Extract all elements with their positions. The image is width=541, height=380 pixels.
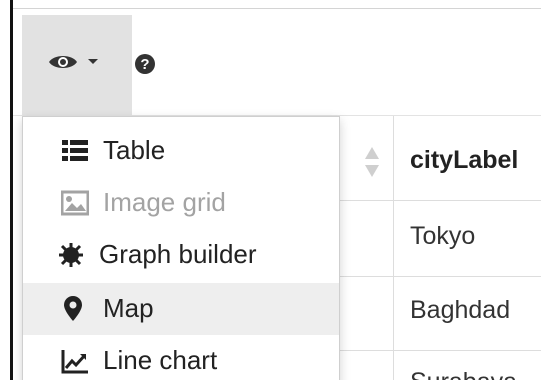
- row-divider: [339, 350, 541, 351]
- caret-down-icon: [88, 59, 98, 64]
- menu-item-label: Map: [103, 293, 154, 323]
- question-circle-icon[interactable]: ?: [134, 53, 156, 75]
- menu-item-graph-builder[interactable]: Graph builder: [23, 229, 339, 281]
- row-divider: [339, 276, 541, 277]
- sort-icon[interactable]: [364, 145, 380, 179]
- top-divider: [10, 8, 541, 9]
- table-cell: Surabaya: [410, 368, 517, 380]
- menu-item-table[interactable]: Table: [23, 125, 339, 177]
- graph-builder-icon: [59, 243, 83, 267]
- eye-icon: [49, 56, 77, 68]
- view-mode-menu: Table Image grid Graph builder Map Line …: [22, 116, 340, 380]
- map-marker-icon: [64, 296, 82, 321]
- menu-item-image-grid[interactable]: Image grid: [23, 177, 339, 229]
- menu-item-line-chart[interactable]: Line chart: [23, 335, 339, 380]
- line-chart-icon: [61, 350, 88, 374]
- svg-text:?: ?: [140, 56, 149, 73]
- image-icon: [61, 190, 89, 216]
- table-cell: Baghdad: [410, 296, 511, 324]
- menu-item-label: Line chart: [103, 345, 218, 375]
- table-cell: Tokyo: [410, 222, 476, 250]
- view-mode-dropdown-button[interactable]: [22, 15, 132, 116]
- row-divider: [339, 200, 541, 201]
- menu-item-map[interactable]: Map: [23, 283, 339, 335]
- table-icon: [62, 140, 88, 161]
- column-header-citylabel[interactable]: cityLabel: [410, 146, 518, 175]
- left-border: [10, 0, 13, 380]
- menu-item-label: Image grid: [103, 187, 226, 217]
- menu-item-label: Graph builder: [99, 239, 257, 269]
- menu-item-label: Table: [103, 135, 166, 165]
- page: ? cityLabel Tokyo Baghdad Surabaya Table: [0, 0, 541, 380]
